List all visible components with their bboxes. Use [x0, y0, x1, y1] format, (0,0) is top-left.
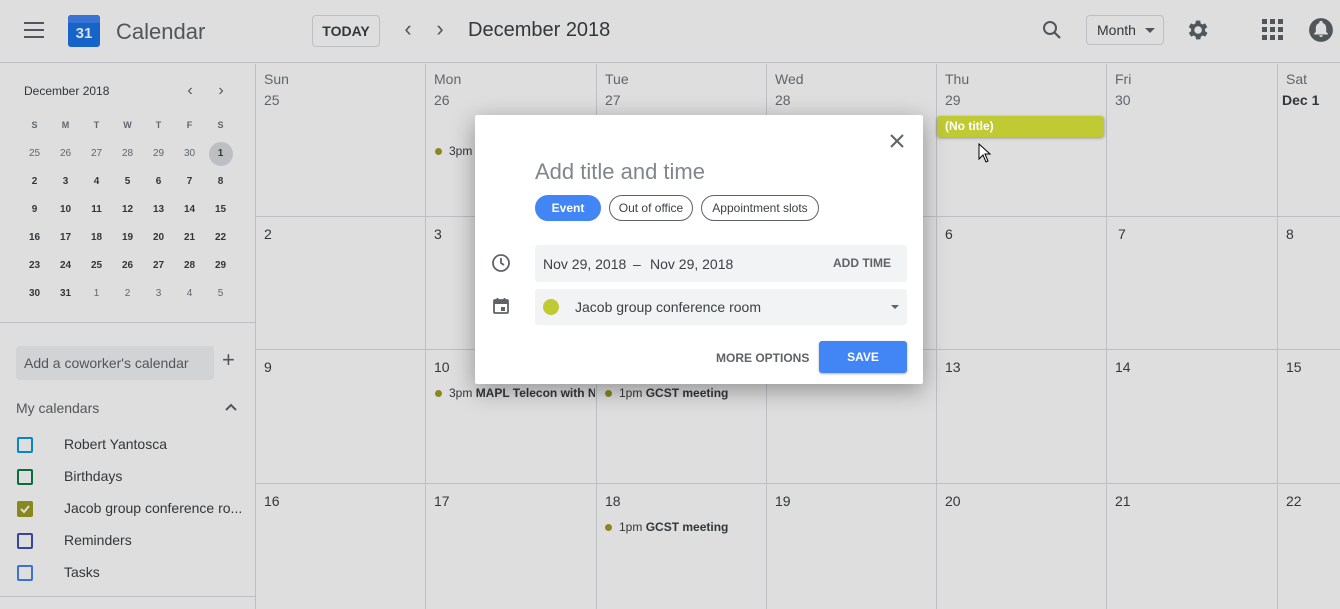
- more-options-button[interactable]: MORE OPTIONS: [716, 351, 809, 365]
- save-button[interactable]: SAVE: [819, 341, 907, 373]
- end-date[interactable]: Nov 29, 2018: [650, 256, 733, 272]
- tab-event[interactable]: Event: [535, 195, 601, 221]
- date-range-field[interactable]: Nov 29, 2018 – Nov 29, 2018 ADD TIME: [535, 245, 907, 282]
- close-icon[interactable]: [885, 129, 909, 153]
- date-dash: –: [633, 256, 641, 272]
- calendar-select[interactable]: Jacob group conference room: [535, 289, 907, 325]
- calendar-icon: [493, 298, 509, 314]
- clock-icon: [492, 254, 510, 272]
- start-date[interactable]: Nov 29, 2018: [543, 256, 626, 272]
- calendar-select-value: Jacob group conference room: [575, 299, 761, 315]
- calendar-color-dot: [543, 299, 559, 315]
- tab-out-of-office[interactable]: Out of office: [609, 195, 693, 221]
- caret-down-icon: [891, 305, 899, 309]
- tab-appointment-slots[interactable]: Appointment slots: [701, 195, 819, 221]
- draft-event-chip[interactable]: (No title): [937, 116, 1104, 137]
- event-title-input[interactable]: [535, 155, 895, 189]
- add-time-button[interactable]: ADD TIME: [833, 256, 891, 270]
- mouse-cursor-icon: [978, 143, 992, 163]
- quick-event-dialog: Event Out of office Appointment slots No…: [475, 115, 923, 384]
